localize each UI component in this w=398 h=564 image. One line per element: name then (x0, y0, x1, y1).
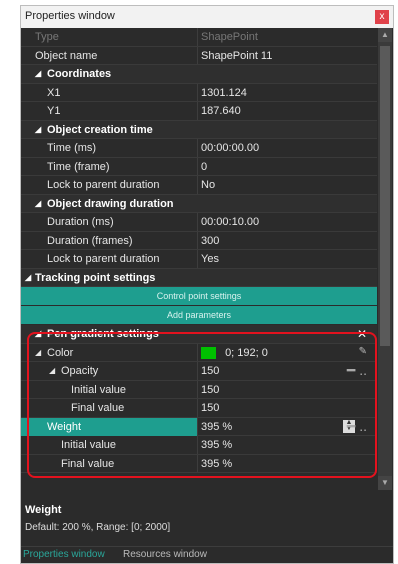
property-name: Initial value (61, 439, 117, 451)
expand-triangle-icon[interactable]: ◢ (35, 348, 41, 357)
property-value[interactable]: 150 (201, 365, 219, 377)
add-parameters-button[interactable]: Add parameters (21, 306, 377, 325)
category-creation-time[interactable]: ◢ Object creation time (21, 120, 377, 139)
property-name: Time (ms) (47, 142, 97, 154)
eyedropper-icon[interactable]: ✎ (359, 346, 367, 357)
category-label: Coordinates (47, 68, 112, 80)
property-value[interactable]: 150 (201, 402, 219, 414)
property-name: Y1 (47, 105, 61, 117)
control-point-settings-button[interactable]: Control point settings (21, 287, 377, 306)
expand-triangle-icon[interactable]: ◢ (35, 125, 41, 134)
property-row-time-ms[interactable]: Time (ms) 00:00:00.00 (21, 139, 377, 158)
property-value[interactable]: 300 (201, 235, 219, 247)
property-value[interactable]: 395 % (201, 458, 232, 470)
property-name: Initial value (71, 383, 127, 396)
property-name: Lock to parent duration (47, 179, 160, 191)
category-label: Pen gradient settings (47, 328, 159, 340)
category-pen-gradient[interactable]: ◢ Pen gradient settings ✕ (21, 325, 377, 344)
property-row-lock-parent[interactable]: Lock to parent duration No (21, 176, 377, 195)
color-text: 0; 192; 0 (225, 346, 268, 359)
tab-properties-window[interactable]: Properties window (23, 549, 105, 560)
expand-triangle-icon[interactable]: ◢ (35, 199, 41, 208)
scroll-up-icon[interactable]: ▲ (378, 28, 392, 42)
description-panel: Weight Default: 200 %, Range: [0; 2000] (21, 492, 393, 548)
property-name: Opacity (61, 365, 99, 377)
property-row-weight-final[interactable]: Final value 395 % (21, 454, 377, 473)
bottom-tabs: Properties window Resources window (21, 546, 393, 563)
property-value[interactable]: 1301.124 (201, 87, 247, 99)
property-row-weight[interactable]: Weight 395 % ▲ ▼ ━ .. (21, 417, 377, 436)
properties-window: Properties window x Type ShapePoint Obje… (20, 5, 394, 564)
property-value[interactable]: 0 (201, 161, 207, 173)
property-value[interactable]: 395 % (201, 421, 232, 433)
category-label: Tracking point settings (35, 271, 156, 284)
curve-editor-icon[interactable]: ━ .. (347, 362, 367, 379)
property-row-type[interactable]: Type ShapePoint (21, 28, 377, 47)
window-title: Properties window (25, 10, 115, 22)
close-icon[interactable]: x (375, 10, 389, 24)
property-name: Duration (frames) (47, 234, 133, 247)
property-row-object-name[interactable]: Object name ShapePoint 11 (21, 46, 377, 65)
property-name: Duration (ms) (47, 216, 114, 228)
property-name: Color (47, 346, 74, 359)
property-row-y1[interactable]: Y1 187.640 (21, 102, 377, 121)
expand-triangle-icon[interactable]: ◢ (25, 273, 31, 282)
property-row-x1[interactable]: X1 1301.124 (21, 83, 377, 102)
property-row-lock-parent-2[interactable]: Lock to parent duration Yes (21, 250, 377, 269)
scroll-thumb[interactable] (380, 46, 390, 346)
property-row-opacity-initial[interactable]: Initial value 150 (21, 380, 377, 399)
curve-editor-icon[interactable]: ━ .. (347, 418, 367, 435)
property-name: X1 (47, 86, 61, 99)
property-value[interactable]: 00:00:00.00 (201, 142, 259, 154)
property-row-color[interactable]: ◢ Color 0; 192; 0 ✎ (21, 343, 377, 362)
property-value: ShapePoint (201, 31, 258, 43)
category-label: Object drawing duration (47, 197, 174, 210)
property-value[interactable]: No (201, 179, 215, 191)
property-name: Weight (21, 417, 197, 436)
property-name: Object name (35, 49, 98, 62)
property-row-time-frame[interactable]: Time (frame) 0 (21, 157, 377, 176)
property-row-duration-ms[interactable]: Duration (ms) 00:00:10.00 (21, 213, 377, 232)
scroll-down-icon[interactable]: ▼ (378, 476, 392, 490)
close-icon[interactable]: ✕ (357, 327, 367, 341)
color-value[interactable]: 0; 192; 0 (201, 347, 268, 359)
property-name: Final value (61, 457, 115, 470)
expand-triangle-icon[interactable]: ◢ (35, 329, 41, 338)
property-row-weight-initial[interactable]: Initial value 395 % (21, 436, 377, 455)
property-grid: Type ShapePoint Object name ShapePoint 1… (21, 28, 377, 490)
vertical-scrollbar[interactable]: ▲ ▼ (378, 28, 392, 490)
color-swatch[interactable] (201, 346, 216, 359)
expand-triangle-icon[interactable]: ◢ (49, 366, 55, 375)
property-row-opacity-final[interactable]: Final value 150 (21, 399, 377, 418)
title-bar: Properties window x (21, 6, 393, 28)
property-name: Time (frame) (47, 160, 110, 173)
category-coordinates[interactable]: ◢ Coordinates (21, 65, 377, 84)
property-value[interactable]: ShapePoint 11 (201, 50, 272, 62)
property-name: Lock to parent duration (47, 253, 160, 265)
property-value[interactable]: 395 % (201, 439, 232, 451)
tab-resources-window[interactable]: Resources window (123, 549, 207, 560)
category-label: Object creation time (47, 123, 153, 136)
property-value[interactable]: 150 (201, 384, 219, 396)
property-value[interactable]: 00:00:10.00 (201, 216, 259, 228)
expand-triangle-icon[interactable]: ◢ (35, 69, 41, 78)
property-row-duration-frames[interactable]: Duration (frames) 300 (21, 231, 377, 250)
property-value[interactable]: Yes (201, 253, 219, 265)
category-tracking-point[interactable]: ◢ Tracking point settings (21, 268, 377, 287)
description-title: Weight (25, 504, 62, 516)
property-name: Final value (71, 402, 125, 414)
property-name: Type (35, 31, 59, 43)
description-text: Default: 200 %, Range: [0; 2000] (25, 522, 171, 533)
property-value[interactable]: 187.640 (201, 105, 241, 117)
category-drawing-duration[interactable]: ◢ Object drawing duration (21, 194, 377, 213)
property-row-opacity[interactable]: ◢ Opacity 150 ━ .. (21, 362, 377, 381)
